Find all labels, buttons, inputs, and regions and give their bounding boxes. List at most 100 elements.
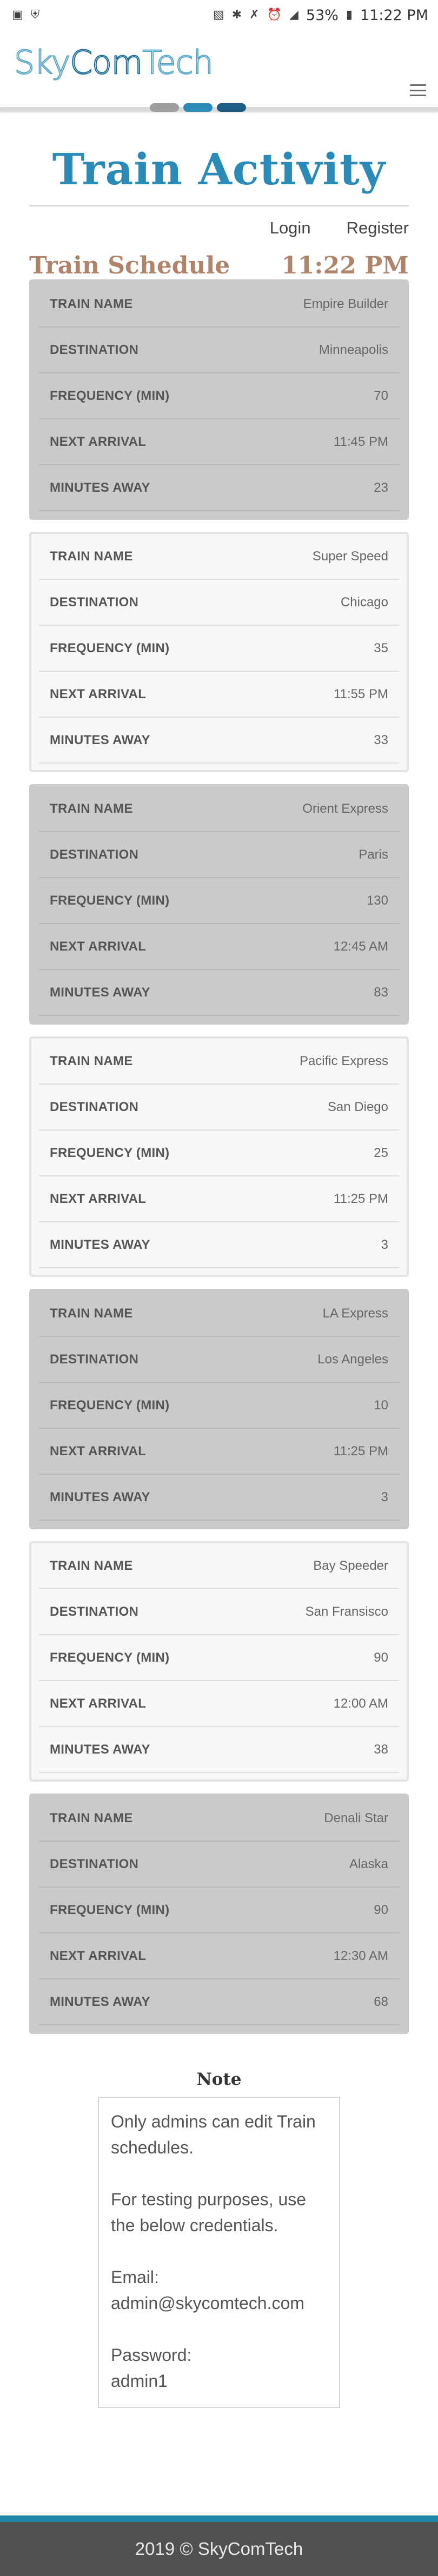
train-field-label: Minutes Away [50,480,150,495]
bluetooth-icon: ✱ [231,8,242,22]
train-field-value: Denali Star [324,1810,388,1825]
signal-icon: ◢ [289,8,298,22]
train-field-value: 23 [374,480,388,495]
train-field-label: Train Name [50,1558,133,1573]
train-field-value: Pacific Express [299,1053,388,1068]
train-field-label: Minutes Away [50,732,150,747]
train-field-value: Chicago [340,594,388,610]
train-field-value: 83 [374,985,388,1000]
train-row-minutes-away: Minutes Away 68 [39,1979,399,2025]
schedule-header: Train Schedule 11:22 PM [29,252,409,279]
train-field-label: Next Arrival [50,1948,147,1963]
train-field-label: Minutes Away [50,1237,150,1252]
train-field-value: 11:45 PM [334,434,388,449]
train-field-value: 11:25 PM [334,1191,388,1206]
train-field-label: Next Arrival [50,1443,147,1458]
menu-icon[interactable] [410,84,426,96]
train-field-label: Next Arrival [50,939,147,954]
train-field-label: Train Name [50,296,133,311]
battery-percent: 53% [306,6,339,24]
auth-links: Login Register [29,218,409,238]
train-field-label: Minutes Away [50,985,150,1000]
login-link[interactable]: Login [270,218,311,238]
train-field-value: LA Express [322,1306,388,1321]
train-row-next-arrival: Next Arrival 12:00 AM [39,1681,399,1727]
train-row-frequency: Frequency (min) 35 [39,626,399,672]
train-row-next-arrival: Next Arrival 11:45 PM [39,419,399,465]
train-row-name: Train Name Denali Star [39,1796,399,1842]
train-field-label: Minutes Away [50,1742,150,1757]
train-field-label: Destination [50,342,139,357]
train-row-minutes-away: Minutes Away 33 [39,718,399,764]
train-row-frequency: Frequency (min) 10 [39,1383,399,1429]
train-field-value: 68 [374,1994,388,2009]
brand-pills [150,103,246,112]
navbar: SkyComTech [0,30,438,112]
train-row-destination: Destination Paris [39,832,399,878]
main-content: Train Activity Login Register Train Sche… [29,144,409,2408]
train-field-label: Frequency (min) [50,1650,170,1665]
train-row-destination: Destination San Fransisco [39,1589,399,1635]
train-row-name: Train Name Bay Speeder [39,1543,399,1589]
note-title: Note [196,2070,242,2089]
train-list: Train Name Empire Builder Destination Minne… [29,279,409,2034]
alarm-icon: ⏰ [267,8,282,22]
train-field-label: Destination [50,1351,139,1367]
image-icon: ▣ [12,8,23,22]
brand-pill [183,103,213,112]
train-row-destination: Destination Chicago [39,580,399,626]
page-title: Train Activity [52,144,386,195]
train-field-label: Destination [50,594,139,610]
train-field-value: Super Speed [312,548,388,564]
train-card: Train Name Bay Speeder Destination San Fran… [29,1541,409,1782]
train-field-value: 35 [374,640,388,655]
note-section: Note Only admins can edit Train schedule… [29,2070,409,2408]
current-time: 11:22 PM [281,252,409,279]
train-row-minutes-away: Minutes Away 3 [39,1475,399,1521]
train-field-label: Next Arrival [50,686,147,701]
train-field-value: Los Angeles [317,1351,388,1367]
train-row-minutes-away: Minutes Away 83 [39,970,399,1016]
footer: 2019 © SkyComTech [0,2515,438,2576]
train-field-value: 10 [374,1397,388,1413]
train-field-label: Frequency (min) [50,1397,170,1413]
train-field-value: Alaska [349,1856,388,1871]
train-field-value: 70 [374,388,388,403]
train-field-label: Destination [50,1099,139,1114]
train-field-value: Minneapolis [318,342,388,357]
note-box: Only admins can edit Train schedules. Fo… [98,2097,340,2408]
train-field-value: Orient Express [302,801,388,816]
status-bar: ▣ ⛨ ▧ ✱ ✗ ⏰ ◢ 53% ▮ 11:22 PM [0,0,438,30]
register-link[interactable]: Register [347,218,409,238]
email-label: Email: [111,2267,159,2287]
train-row-destination: Destination Los Angeles [39,1337,399,1383]
train-field-label: Frequency (min) [50,640,170,655]
vibrate-icon: ▧ [213,8,224,22]
train-card: Train Name Empire Builder Destination Minne… [29,279,409,520]
train-row-destination: Destination Minneapolis [39,327,399,373]
train-field-label: Train Name [50,1053,133,1068]
train-field-label: Train Name [50,1810,133,1825]
brand-logo[interactable]: SkyComTech [14,44,214,82]
password-label: Password: [111,2345,192,2365]
train-field-label: Next Arrival [50,1191,147,1206]
mute-icon: ✗ [249,8,260,22]
train-field-label: Destination [50,1604,139,1619]
train-row-next-arrival: Next Arrival 11:25 PM [39,1429,399,1475]
email-value: admin@skycomtech.com [111,2293,304,2313]
train-row-frequency: Frequency (min) 25 [39,1130,399,1176]
train-field-value: 11:55 PM [334,686,388,701]
train-field-value: 3 [381,1237,388,1252]
status-time: 11:22 PM [360,6,428,24]
train-row-name: Train Name Pacific Express [39,1039,399,1085]
train-row-minutes-away: Minutes Away 23 [39,465,399,511]
train-field-value: 12:30 AM [333,1948,388,1963]
train-card: Train Name Super Speed Destination Chicago F… [29,532,409,772]
train-field-label: Train Name [50,548,133,564]
train-field-value: 25 [374,1145,388,1160]
brand-wordmark: SkyComTech [14,44,214,82]
train-field-value: Bay Speeder [313,1558,388,1573]
train-field-label: Next Arrival [50,434,147,449]
note-email: Email: admin@skycomtech.com [111,2264,327,2316]
status-bar-left: ▣ ⛨ [12,9,39,21]
